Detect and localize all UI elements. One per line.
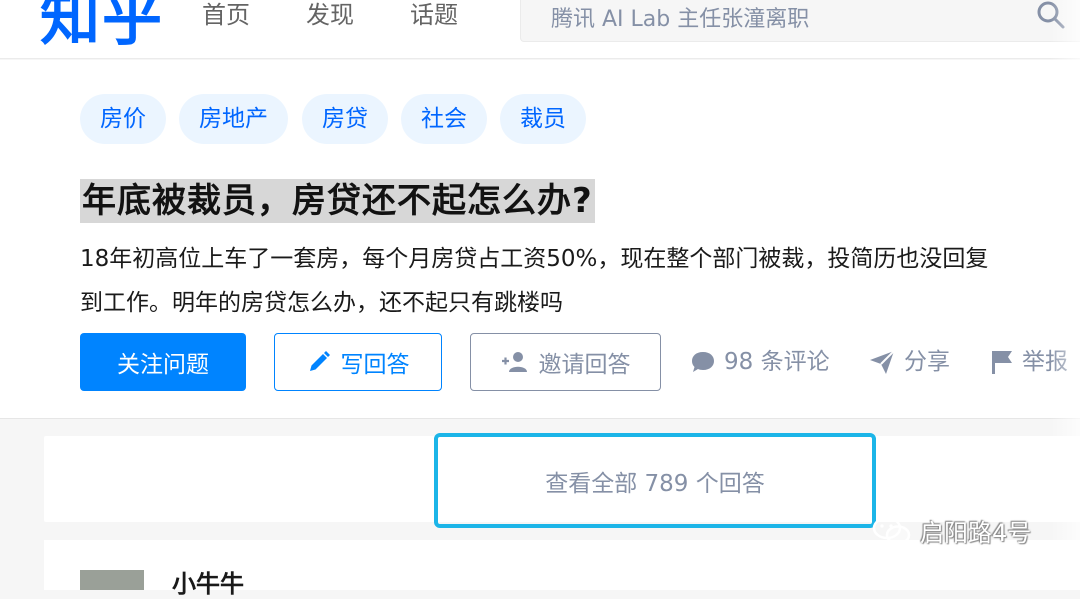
add-user-icon <box>501 352 527 372</box>
flag-icon <box>992 351 1012 374</box>
zhihu-logo[interactable]: 知乎 <box>40 0 164 54</box>
question-header-card: 房价 房地产 房贷 社会 裁员 年底被裁员，房贷还不起怎么办? 18年初高位上车… <box>0 60 1080 419</box>
answer-author-name[interactable]: 小牛牛 <box>172 564 244 599</box>
wechat-watermark: 启阳路4号 <box>872 513 1031 548</box>
topic-tag-real-estate[interactable]: 房地产 <box>179 94 288 144</box>
comments-button[interactable]: 98 条评论 <box>690 346 830 378</box>
nav-topics[interactable]: 话题 <box>410 0 458 30</box>
follow-question-button[interactable]: 关注问题 <box>80 333 246 391</box>
question-title-highlight: 年底被裁员，房贷还不起怎么办? <box>80 179 595 223</box>
question-title[interactable]: 年底被裁员，房贷还不起怎么办? <box>82 179 593 223</box>
share-label: 分享 <box>904 349 950 375</box>
invite-answer-label: 邀请回答 <box>538 352 631 378</box>
invite-answer-button[interactable]: 邀请回答 <box>470 333 661 391</box>
top-navbar: 知乎 首页 发现 话题 <box>0 0 1080 59</box>
report-button[interactable]: 举报 <box>990 346 1068 378</box>
topic-tag-mortgage[interactable]: 房贷 <box>302 94 388 144</box>
description-line: 18年初高位上车了一套房，每个月房贷占工资50%，现在整个部门被裁，投简历也没回… <box>80 246 989 272</box>
write-answer-button[interactable]: 写回答 <box>274 333 442 391</box>
description-line: 到工作。明年的房贷怎么办，还不起只有跳楼吗 <box>80 290 563 316</box>
topic-tag-house-price[interactable]: 房价 <box>80 94 166 144</box>
watermark-text: 启阳路4号 <box>920 519 1032 547</box>
comment-icon <box>692 352 714 372</box>
report-label: 举报 <box>1022 349 1068 375</box>
nav-discover[interactable]: 发现 <box>306 0 354 30</box>
avatar[interactable] <box>80 570 144 590</box>
share-button[interactable]: 分享 <box>868 346 950 378</box>
topic-tag-society[interactable]: 社会 <box>401 94 487 144</box>
comments-label: 98 条评论 <box>724 349 830 375</box>
write-answer-label: 写回答 <box>340 352 410 378</box>
wechat-icon <box>872 516 911 545</box>
search-input[interactable] <box>549 1 1023 37</box>
search-icon[interactable] <box>1035 0 1067 31</box>
share-icon <box>870 350 895 374</box>
pencil-icon <box>309 351 330 371</box>
question-description: 18年初高位上车了一套房，每个月房贷占工资50%，现在整个部门被裁，投简历也没回… <box>80 237 1080 325</box>
nav-home[interactable]: 首页 <box>202 0 250 30</box>
view-all-answers-button[interactable]: 查看全部 789 个回答 <box>434 433 876 528</box>
search-box <box>520 0 1080 42</box>
topic-tag-layoff[interactable]: 裁员 <box>500 94 586 144</box>
